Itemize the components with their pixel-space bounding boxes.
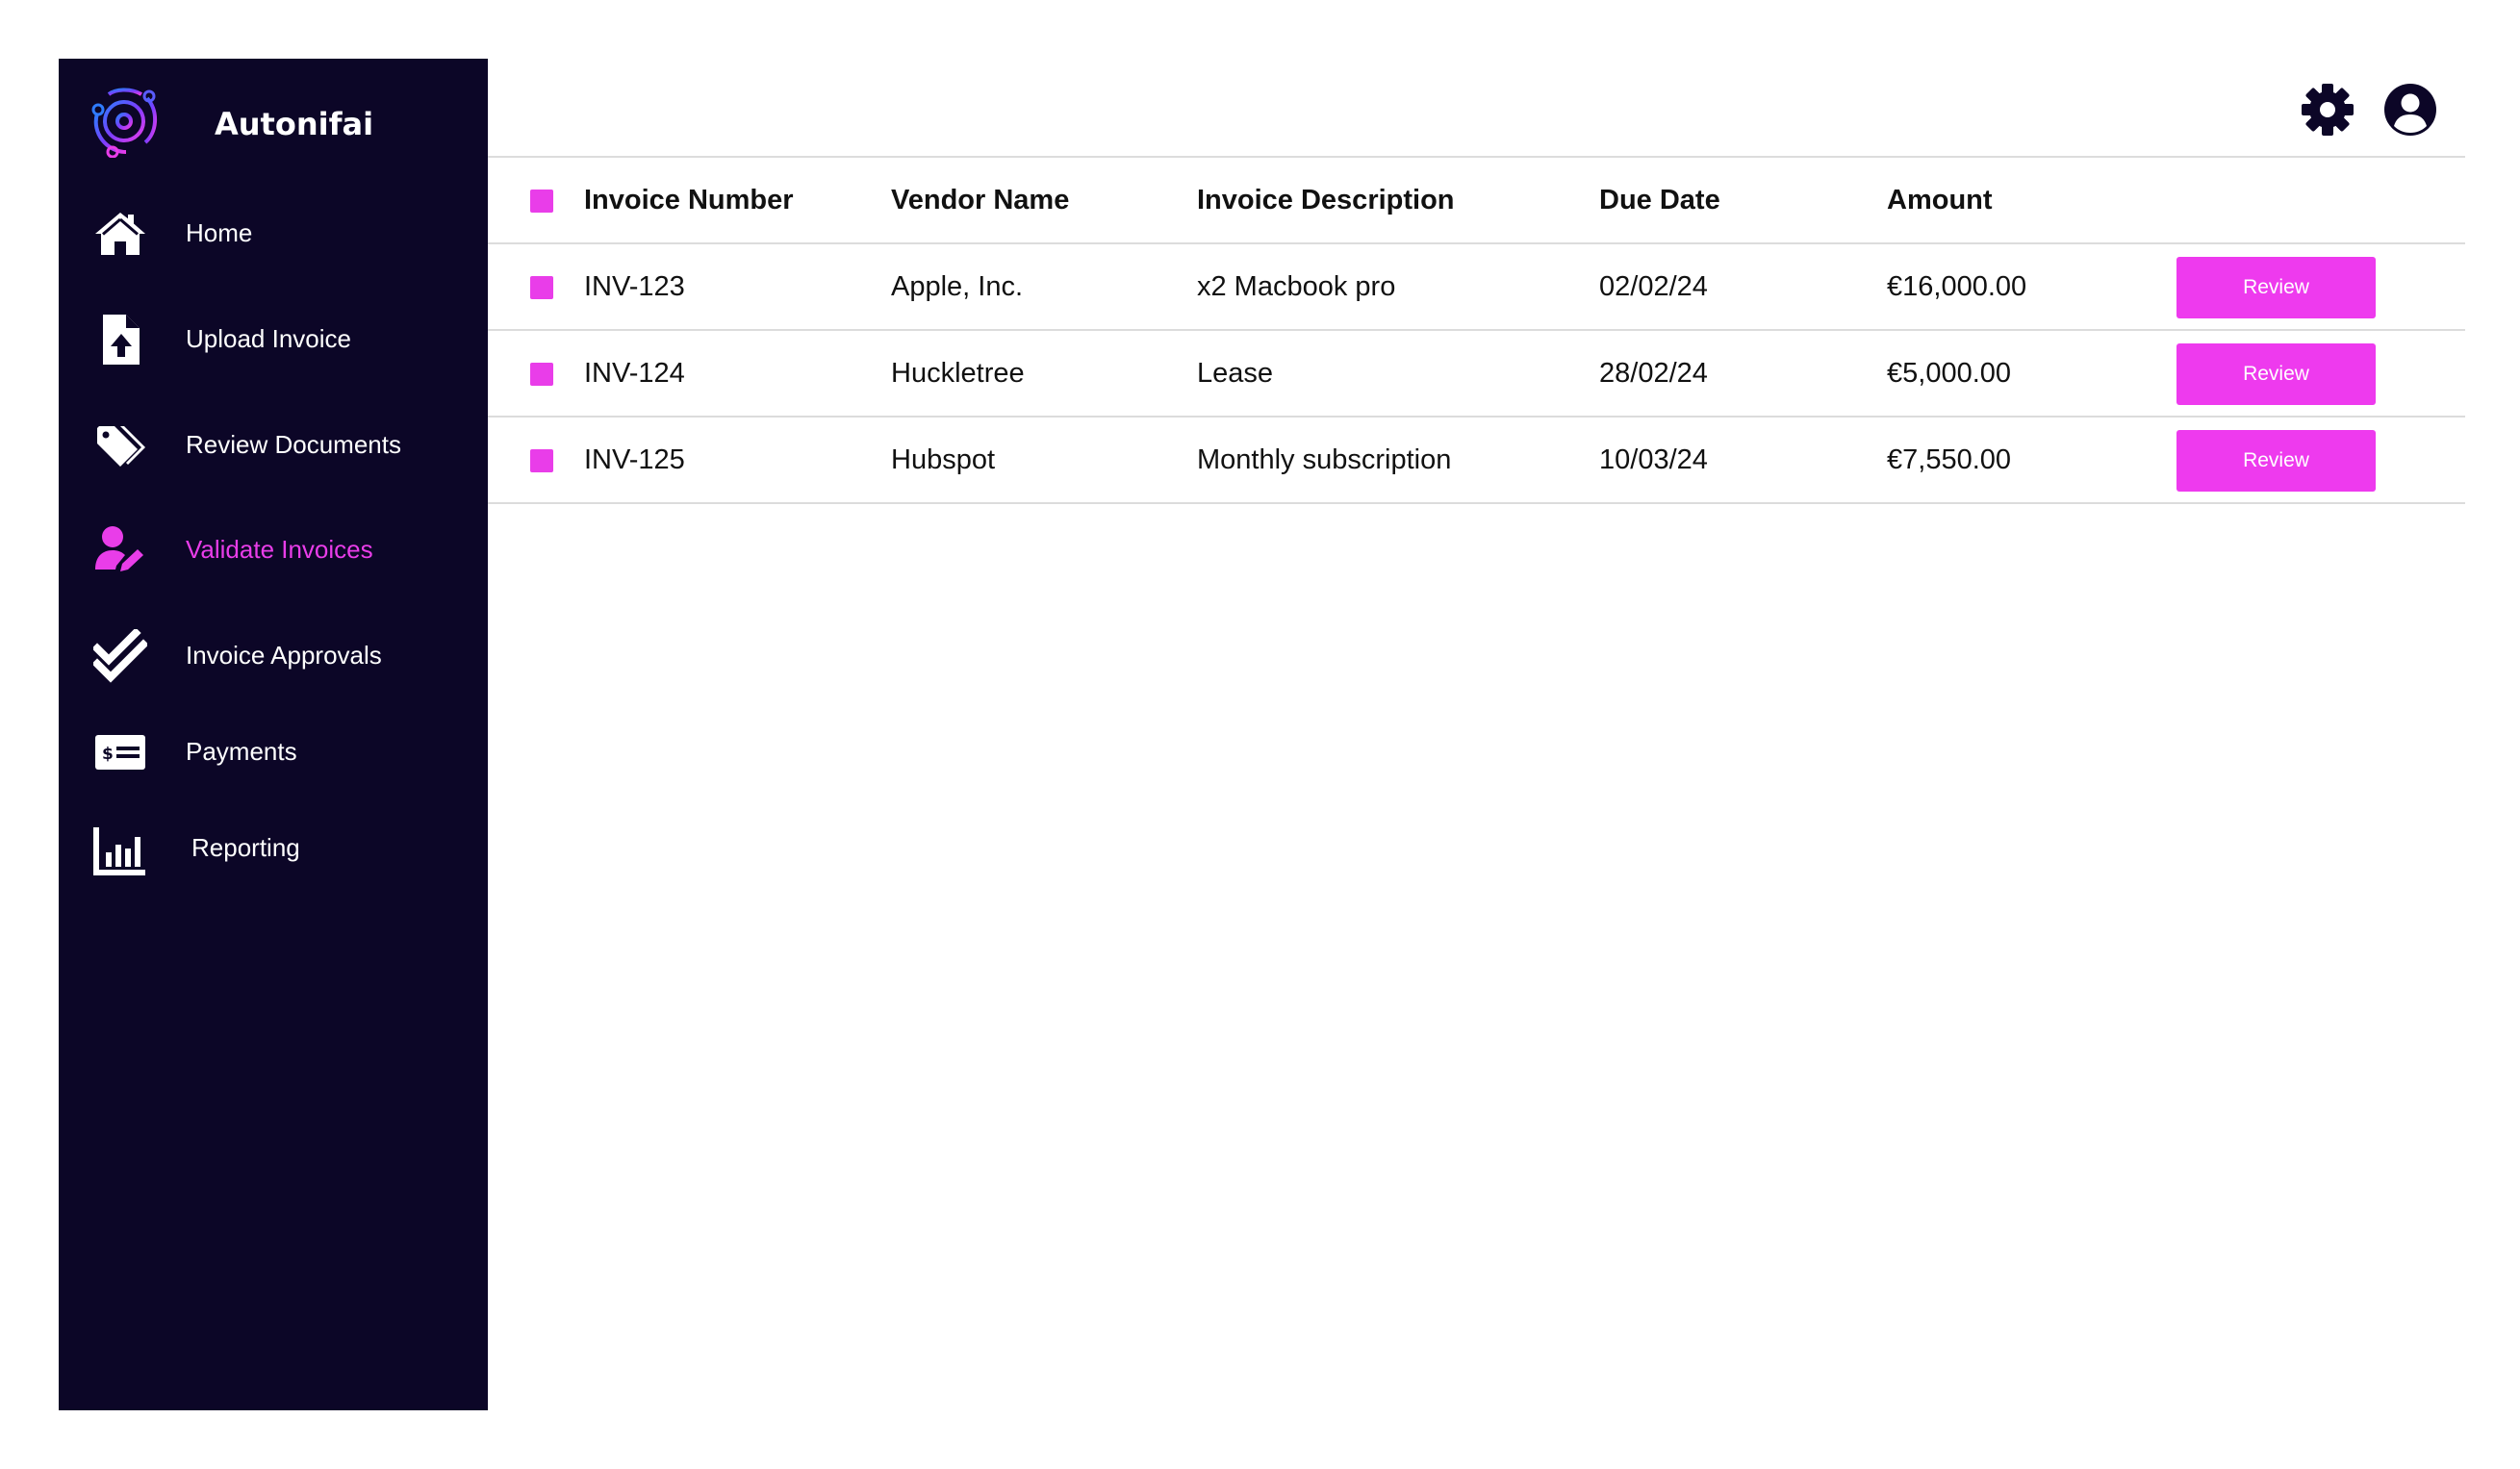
file-upload-icon: [93, 313, 147, 367]
table-row: INV-123 Apple, Inc. x2 Macbook pro 02/02…: [488, 244, 2465, 331]
money-check-icon: $: [93, 725, 147, 779]
sidebar-item-home[interactable]: Home: [59, 195, 488, 272]
due-date: 10/03/24: [1599, 444, 1708, 475]
brand[interactable]: Autonifai: [88, 85, 373, 158]
home-icon: [93, 207, 147, 261]
review-button[interactable]: Review: [2176, 343, 2376, 405]
vendor-name: Apple, Inc.: [891, 271, 1024, 302]
invoice-description: Monthly subscription: [1197, 444, 1452, 475]
user-circle-icon[interactable]: [2382, 82, 2438, 138]
row-checkbox[interactable]: [530, 449, 553, 472]
table-header-row: Invoice Number Vendor Name Invoice Descr…: [488, 158, 2465, 244]
brand-name: Autonifai: [215, 106, 374, 142]
sidebar-item-upload-invoice[interactable]: Upload Invoice: [59, 301, 488, 378]
table-row: INV-125 Hubspot Monthly subscription 10/…: [488, 418, 2465, 504]
due-date: 02/02/24: [1599, 271, 1708, 302]
bar-chart-icon: [93, 822, 147, 875]
amount: €7,550.00: [1887, 444, 2012, 475]
gear-icon[interactable]: [2300, 82, 2355, 138]
invoice-table: Invoice Number Vendor Name Invoice Descr…: [488, 156, 2465, 504]
review-button[interactable]: Review: [2176, 430, 2376, 492]
sidebar-item-label: Upload Invoice: [186, 324, 351, 353]
sidebar-item-label: Payments: [186, 737, 297, 766]
sidebar-item-payments[interactable]: $ Payments: [59, 714, 488, 791]
app: Autonifai Home Upload Invoice Review Doc…: [0, 0, 2520, 1469]
invoice-number: INV-123: [584, 271, 685, 302]
column-header-due-date[interactable]: Due Date: [1599, 158, 1720, 242]
sidebar-item-validate-invoices[interactable]: Validate Invoices: [59, 512, 488, 589]
sidebar-item-label: Reporting: [191, 833, 300, 862]
double-check-icon: [93, 629, 147, 683]
sidebar-item-label: Validate Invoices: [186, 535, 373, 564]
vendor-name: Hubspot: [891, 444, 996, 475]
tags-icon: [93, 418, 147, 472]
invoice-number: INV-124: [584, 358, 685, 389]
invoice-description: x2 Macbook pro: [1197, 271, 1396, 302]
sidebar-item-label: Invoice Approvals: [186, 641, 382, 670]
column-header-invoice-description[interactable]: Invoice Description: [1197, 158, 1455, 242]
review-button[interactable]: Review: [2176, 257, 2376, 318]
column-header-invoice-number[interactable]: Invoice Number: [584, 158, 794, 242]
amount: €5,000.00: [1887, 358, 2012, 389]
row-checkbox[interactable]: [530, 363, 553, 386]
user-edit-icon: [93, 523, 147, 577]
invoice-number: INV-125: [584, 444, 685, 475]
table-row: INV-124 Huckletree Lease 28/02/24 €5,000…: [488, 331, 2465, 418]
select-all-checkbox[interactable]: [530, 190, 553, 213]
row-checkbox[interactable]: [530, 276, 553, 299]
sidebar-item-label: Review Documents: [186, 430, 401, 459]
invoice-description: Lease: [1197, 358, 1274, 389]
column-header-amount[interactable]: Amount: [1887, 158, 1993, 242]
sidebar-item-review-documents[interactable]: Review Documents: [59, 407, 488, 484]
amount: €16,000.00: [1887, 271, 2027, 302]
column-header-vendor-name[interactable]: Vendor Name: [891, 158, 1069, 242]
sidebar: Autonifai Home Upload Invoice Review Doc…: [59, 59, 488, 1410]
sidebar-item-label: Home: [186, 218, 253, 247]
sidebar-item-invoice-approvals[interactable]: Invoice Approvals: [59, 618, 488, 695]
due-date: 28/02/24: [1599, 358, 1708, 389]
svg-text:$: $: [102, 745, 114, 764]
vendor-name: Huckletree: [891, 358, 1025, 389]
sidebar-item-reporting[interactable]: Reporting: [59, 810, 488, 887]
brand-logo-icon: [91, 88, 157, 158]
